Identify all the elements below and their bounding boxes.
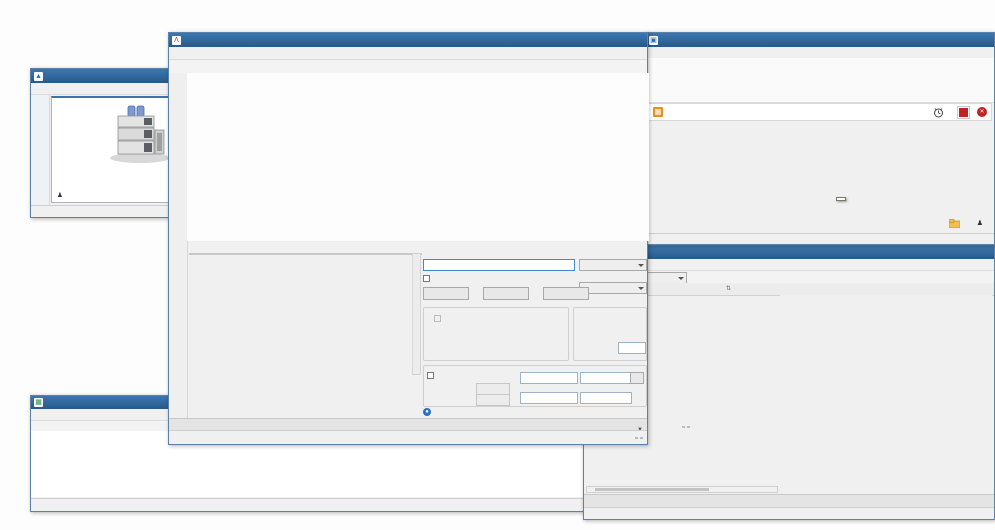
chromatogram-plot-area xyxy=(187,73,649,241)
sort-spinner-icon[interactable]: ⇅ xyxy=(726,286,731,292)
run-status-bar: ▦ ✕ xyxy=(648,103,992,121)
user-chip[interactable]: ♟ xyxy=(977,219,986,227)
istd-more-button[interactable] xyxy=(630,372,644,384)
scale-group xyxy=(423,365,647,407)
calibration-chart-area xyxy=(780,295,992,486)
overlay-button[interactable] xyxy=(635,437,643,439)
chromatogram-statusbar xyxy=(169,430,647,444)
instrument-window: ▣ ▦ ✕ xyxy=(645,32,995,245)
user-variables-button[interactable]: ● xyxy=(423,408,434,416)
claritychrom-sidebar xyxy=(31,95,50,205)
chromatogram-menubar xyxy=(169,47,647,60)
common-signals-panel: ● xyxy=(421,241,647,418)
logged-user: ♟ xyxy=(57,191,63,199)
instrument-titlebar[interactable]: ▣ xyxy=(646,33,994,47)
calibration-statusbar xyxy=(584,507,994,519)
hide-istd-checkbox xyxy=(434,315,441,322)
chromatogram-plot[interactable] xyxy=(187,73,649,241)
sequence-statusbar xyxy=(31,498,585,511)
instrument-statusbar xyxy=(646,233,994,244)
dilution-input[interactable] xyxy=(580,392,632,404)
unidentified-group xyxy=(573,307,647,361)
abort-icon[interactable]: ✕ xyxy=(977,107,987,117)
result-table-wrap xyxy=(189,253,422,255)
calibration-tabs xyxy=(584,494,994,508)
calibration-overlay-button[interactable] xyxy=(682,426,690,428)
istd-amount-input[interactable] xyxy=(580,372,632,384)
hide-istd-row xyxy=(424,313,568,322)
running-state-icon: ▦ xyxy=(653,107,663,117)
person-icon: ♟ xyxy=(977,219,983,227)
instrument-big-toolbar xyxy=(646,58,994,103)
result-table-vscrollbar[interactable] xyxy=(412,253,421,375)
integration-dropdown[interactable] xyxy=(579,282,647,294)
claritychrom-logo-icon: ▲ xyxy=(34,72,43,81)
open-stored-checkbox-row[interactable] xyxy=(423,275,433,282)
instrument-graphic xyxy=(102,102,176,164)
project-chip[interactable] xyxy=(949,219,963,228)
report-group xyxy=(423,307,569,361)
use-scale-checkbox[interactable] xyxy=(427,372,434,379)
inj-volume-input[interactable] xyxy=(520,392,578,404)
amount-input[interactable] xyxy=(520,372,578,384)
units-input xyxy=(476,394,510,406)
calibration-file-input[interactable] xyxy=(423,259,575,271)
calibration-hscrollbar[interactable] xyxy=(586,486,778,493)
user-variables-icon: ● xyxy=(423,408,431,416)
calculation-dropdown[interactable] xyxy=(579,259,647,271)
instrument-footer: ♟ xyxy=(949,216,986,230)
set-button[interactable] xyxy=(423,287,469,300)
view-button[interactable] xyxy=(543,287,589,300)
person-icon: ♟ xyxy=(57,192,63,199)
use-scale-row[interactable] xyxy=(427,372,437,379)
chromatogram-window: Λ xyxy=(168,32,648,445)
folder-icon xyxy=(949,219,960,228)
sequence-window-icon: ▦ xyxy=(34,398,43,407)
desktop: ▲ ♟ ▦ xyxy=(0,0,995,530)
calibration-chart[interactable] xyxy=(780,295,992,485)
response-factor-input[interactable] xyxy=(618,342,646,354)
tooltip xyxy=(836,197,846,201)
chromatogram-side-toolbar xyxy=(169,73,188,430)
open-stored-checkbox[interactable] xyxy=(423,275,430,282)
stop-button[interactable] xyxy=(958,107,969,118)
chromatogram-window-icon: Λ xyxy=(172,36,181,45)
chromatogram-titlebar[interactable]: Λ xyxy=(169,33,647,47)
calibration-file-buttons xyxy=(423,287,589,300)
none-button[interactable] xyxy=(483,287,529,300)
instrument-window-icon: ▣ xyxy=(649,36,658,45)
clock-icon xyxy=(933,107,944,118)
